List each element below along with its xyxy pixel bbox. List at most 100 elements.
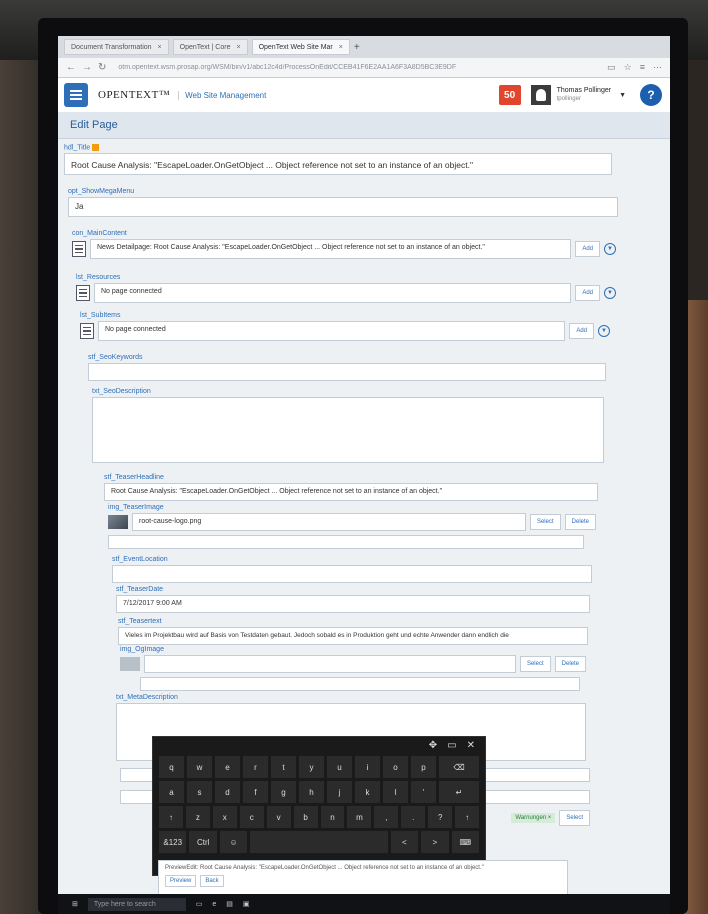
status-tag[interactable]: Warnungen ×	[511, 813, 556, 823]
close-keyboard-icon[interactable]: ✕	[467, 740, 475, 751]
close-icon[interactable]: ×	[158, 44, 162, 51]
ctrl-key[interactable]: Ctrl	[189, 831, 217, 853]
select-button[interactable]: Select	[519, 656, 551, 672]
chevron-down-icon[interactable]: ▼	[604, 243, 616, 255]
key[interactable]: k	[355, 781, 380, 803]
reading-icon[interactable]: ▭	[607, 62, 616, 73]
key[interactable]: o	[383, 756, 408, 778]
key[interactable]: '	[411, 781, 436, 803]
key[interactable]: i	[355, 756, 380, 778]
browser-tab-active[interactable]: OpenText Web Site Mar ×	[251, 39, 350, 55]
key[interactable]: z	[185, 806, 210, 828]
megamenu-select[interactable]: Ja	[68, 197, 618, 217]
seo-description-textarea[interactable]	[92, 397, 604, 463]
hub-icon[interactable]: ≡	[640, 62, 645, 73]
refresh-icon[interactable]: ↻	[98, 62, 106, 73]
keyboard-layout-icon[interactable]: ▭	[447, 740, 456, 751]
key[interactable]: a	[159, 781, 184, 803]
keyboard-switch-key[interactable]: ⌨	[451, 831, 479, 853]
browser-tab[interactable]: OpenText | Core ×	[172, 39, 248, 55]
chevron-down-icon[interactable]: ▼	[619, 92, 626, 99]
shift-key[interactable]: ↑	[455, 806, 480, 828]
user-info[interactable]: Thomas Pollinger tpollinger	[557, 86, 611, 104]
teaser-image-alt[interactable]	[108, 535, 584, 549]
shift-key[interactable]: ↑	[159, 806, 183, 828]
chevron-down-icon[interactable]: ▼	[598, 325, 610, 337]
delete-button[interactable]: Delete	[554, 656, 586, 672]
og-image-alt[interactable]	[140, 677, 580, 691]
store-icon[interactable]: ▣	[243, 900, 250, 908]
teaser-image-value[interactable]: root-cause-logo.png	[132, 513, 526, 531]
back-button[interactable]: Back	[200, 875, 224, 887]
select-button[interactable]: Select	[559, 810, 590, 826]
main-content-value[interactable]: News Detailpage: Root Cause Analysis: "E…	[90, 239, 572, 259]
add-button[interactable]: Add	[575, 241, 600, 257]
symbols-key[interactable]: &123	[159, 831, 187, 853]
key[interactable]: c	[239, 806, 264, 828]
key[interactable]: t	[271, 756, 296, 778]
preview-button[interactable]: Preview	[165, 875, 197, 887]
key[interactable]: e	[215, 756, 240, 778]
subitems-value[interactable]: No page connected	[98, 321, 566, 341]
emoji-key[interactable]: ☺	[219, 831, 248, 853]
edge-icon[interactable]: e	[212, 901, 216, 908]
key[interactable]: p	[411, 756, 436, 778]
key[interactable]: l	[383, 781, 408, 803]
windows-start-icon[interactable]: ⊞	[72, 900, 78, 908]
help-icon[interactable]: ?	[640, 84, 662, 106]
key[interactable]: v	[266, 806, 291, 828]
key[interactable]: .	[401, 806, 426, 828]
edit-badge-icon[interactable]	[92, 144, 100, 151]
delete-button[interactable]: Delete	[564, 514, 596, 530]
favorite-icon[interactable]: ☆	[624, 62, 632, 73]
enter-key[interactable]: ↵	[439, 781, 479, 803]
key[interactable]: s	[187, 781, 212, 803]
event-location-input[interactable]	[112, 565, 592, 583]
key[interactable]: ?	[428, 806, 453, 828]
seo-keywords-input[interactable]	[88, 363, 606, 381]
key[interactable]: w	[187, 756, 212, 778]
browser-tab[interactable]: Document Transformation ×	[64, 39, 169, 55]
key[interactable]: x	[212, 806, 237, 828]
key[interactable]: n	[320, 806, 345, 828]
title-input[interactable]: Root Cause Analysis: "EscapeLoader.OnGet…	[64, 153, 612, 176]
folder-icon[interactable]: ▤	[226, 900, 233, 908]
taskbar-search[interactable]: Type here to search	[87, 897, 186, 911]
teaser-date-input[interactable]: 7/12/2017 9:00 AM	[116, 595, 590, 613]
more-icon[interactable]: ⋯	[653, 62, 662, 73]
key[interactable]: j	[327, 781, 352, 803]
teaser-text-input[interactable]: Vieles im Projektbau wird auf Basis von …	[118, 627, 588, 645]
new-tab-icon[interactable]: +	[354, 42, 360, 53]
key[interactable]: ,	[374, 806, 399, 828]
key[interactable]: y	[299, 756, 324, 778]
key[interactable]: f	[243, 781, 268, 803]
menu-icon[interactable]	[64, 83, 88, 107]
key[interactable]: g	[271, 781, 296, 803]
close-icon[interactable]: ×	[236, 44, 240, 51]
avatar[interactable]	[530, 85, 551, 105]
key[interactable]: m	[347, 806, 372, 828]
resources-value[interactable]: No page connected	[94, 283, 572, 303]
key[interactable]: b	[293, 806, 318, 828]
select-button[interactable]: Select	[529, 514, 561, 530]
add-button[interactable]: Add	[569, 323, 594, 339]
backspace-key[interactable]: ⌫	[439, 756, 479, 778]
url-field[interactable]: otm.opentext.wsm.prosap.org/WSM/bin/v1/a…	[118, 64, 595, 71]
chevron-down-icon[interactable]: ▼	[604, 287, 616, 299]
space-key[interactable]	[250, 831, 388, 853]
back-icon[interactable]: ←	[66, 62, 76, 73]
key[interactable]: d	[215, 781, 240, 803]
og-image-value[interactable]	[144, 655, 516, 673]
key[interactable]: h	[299, 781, 324, 803]
teaser-headline-input[interactable]: Root Cause Analysis: "EscapeLoader.OnGet…	[104, 483, 598, 501]
right-arrow-key[interactable]: >	[421, 831, 449, 853]
taskview-icon[interactable]: ▭	[196, 900, 203, 908]
key[interactable]: r	[243, 756, 268, 778]
move-keyboard-icon[interactable]: ✥	[429, 740, 437, 751]
key[interactable]: q	[159, 756, 184, 778]
key[interactable]: u	[327, 756, 352, 778]
notification-badge[interactable]: 50	[498, 85, 521, 105]
left-arrow-key[interactable]: <	[390, 831, 419, 853]
close-icon[interactable]: ×	[339, 44, 343, 51]
add-button[interactable]: Add	[575, 285, 600, 301]
